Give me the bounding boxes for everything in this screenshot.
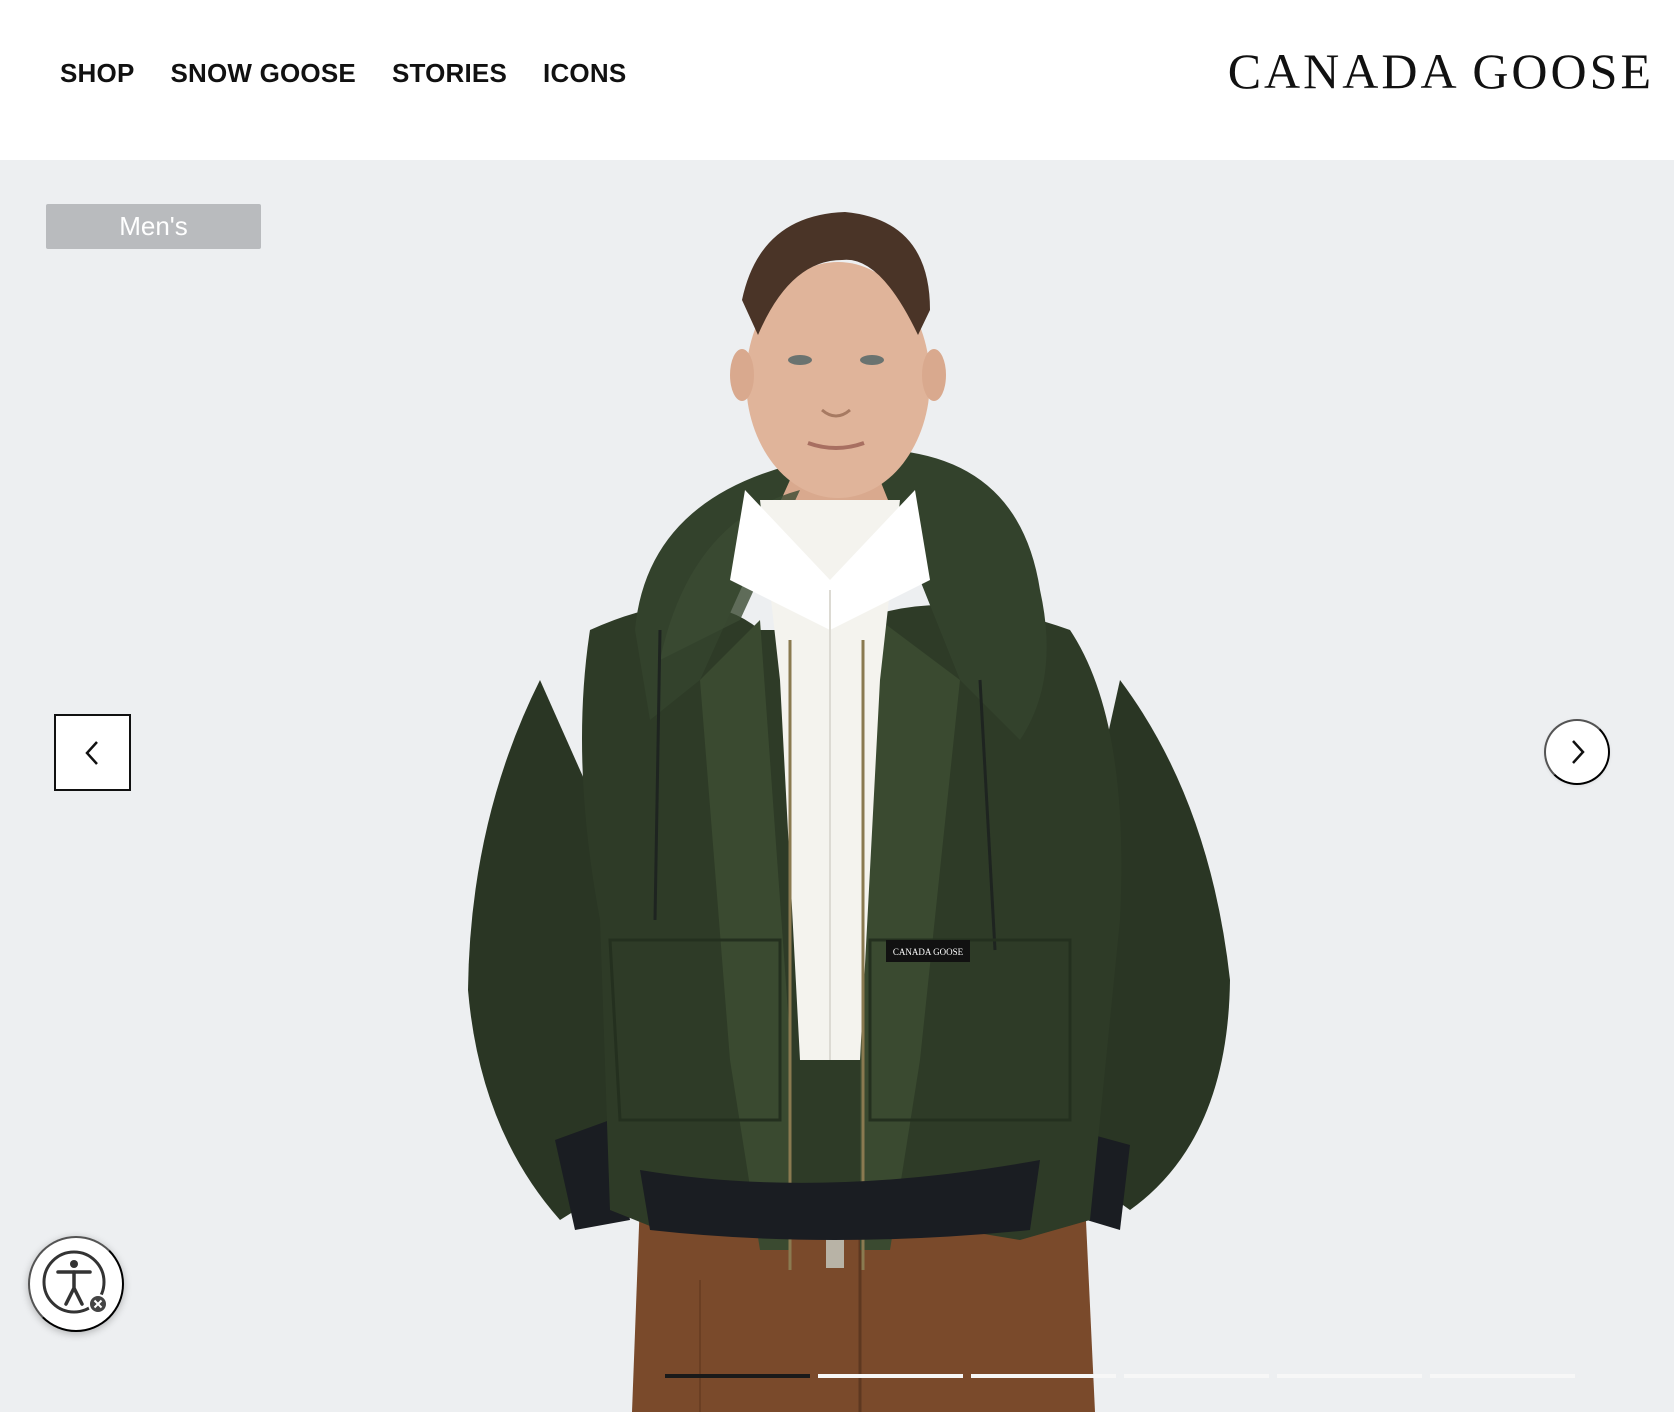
nav-item-shop[interactable]: SHOP (60, 58, 134, 89)
site-header: SHOP SNOW GOOSE STORIES ICONS CANADA GOO… (0, 0, 1674, 160)
chevron-left-icon (84, 740, 98, 765)
carousel-indicator-4[interactable] (1124, 1374, 1269, 1378)
carousel-progress (665, 1374, 1575, 1378)
product-model-image: CANADA GOOSE (468, 212, 1230, 1412)
product-hero-carousel: CANADA GOOSE Men's (0, 160, 1674, 1412)
main-nav: SHOP SNOW GOOSE STORIES ICONS (60, 58, 626, 89)
category-tag[interactable]: Men's (46, 204, 261, 249)
accessibility-widget-button[interactable] (28, 1236, 124, 1332)
carousel-indicator-2[interactable] (818, 1374, 963, 1378)
carousel-prev-button[interactable] (54, 714, 131, 791)
carousel-next-button[interactable] (1544, 719, 1610, 785)
carousel-indicator-1[interactable] (665, 1374, 810, 1378)
nav-item-stories[interactable]: STORIES (392, 58, 507, 89)
carousel-indicator-6[interactable] (1430, 1374, 1575, 1378)
accessibility-icon (42, 1250, 108, 1314)
close-icon (88, 1294, 108, 1314)
brand-logo[interactable]: CANADA GOOSE (1228, 42, 1654, 100)
nav-item-snow-goose[interactable]: SNOW GOOSE (170, 58, 355, 89)
chevron-right-icon (1572, 740, 1585, 764)
carousel-indicator-5[interactable] (1277, 1374, 1422, 1378)
svg-text:CANADA GOOSE: CANADA GOOSE (893, 947, 964, 957)
nav-item-icons[interactable]: ICONS (543, 58, 626, 89)
carousel-indicator-3[interactable] (971, 1374, 1116, 1378)
